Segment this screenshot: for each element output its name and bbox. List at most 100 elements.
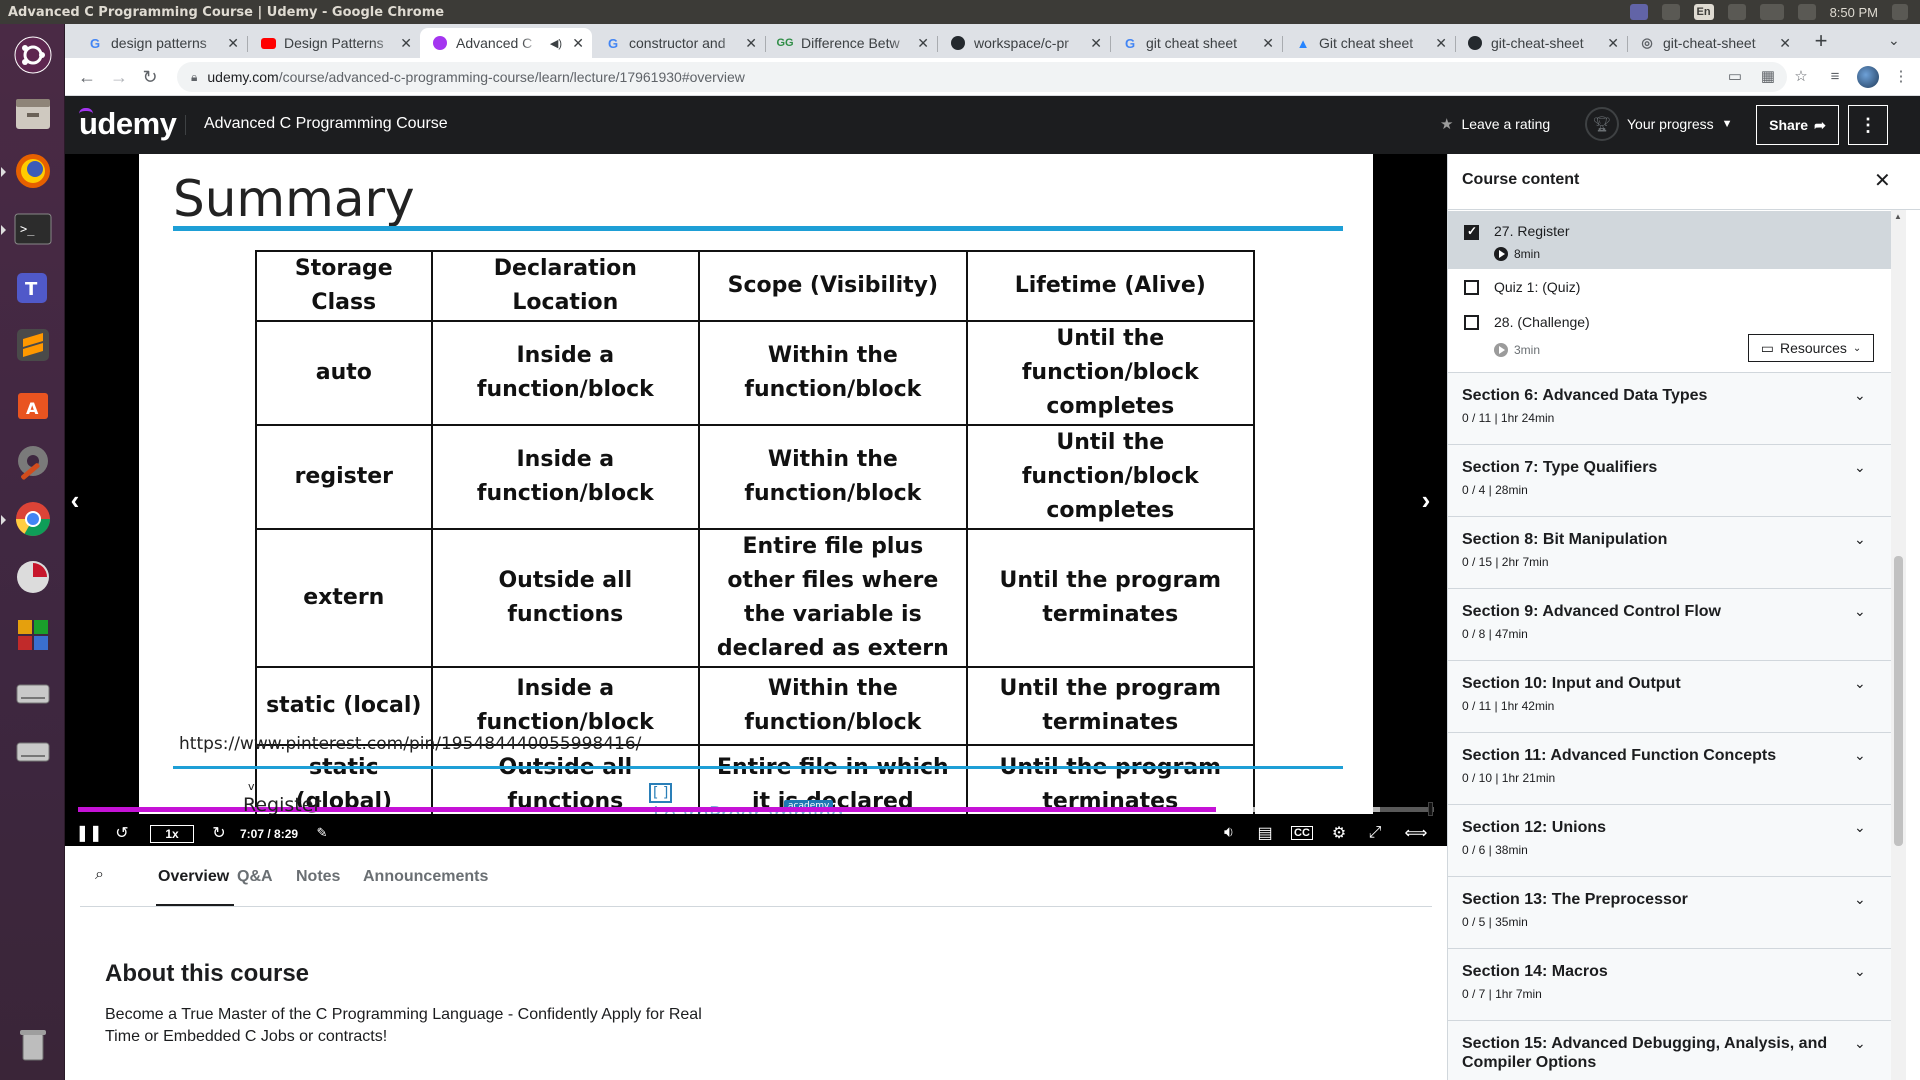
transcript-icon[interactable]: ▤ xyxy=(1253,821,1277,845)
browser-tab[interactable]: ▲ Git cheat sheet ✕ xyxy=(1283,28,1456,58)
disk-drive-icon[interactable] xyxy=(8,726,58,776)
your-progress-button[interactable]: 🏆︎ Your progress ▼ xyxy=(1585,107,1733,141)
tab-audio-icon[interactable]: ◀) xyxy=(550,37,562,50)
course-section[interactable]: Section 15: Advanced Debugging, Analysis… xyxy=(1448,1020,1891,1080)
resources-button[interactable]: ▭ Resources ⌄ xyxy=(1748,334,1874,362)
chevron-down-icon[interactable]: ⌄ xyxy=(1854,603,1866,620)
browser-tab[interactable]: G git cheat sheet ✕ xyxy=(1110,28,1283,58)
power-gear-icon[interactable] xyxy=(1892,4,1908,20)
tab-close-icon[interactable]: ✕ xyxy=(1090,35,1102,52)
trash-icon[interactable] xyxy=(8,1019,58,1069)
tab-close-icon[interactable]: ✕ xyxy=(227,35,239,52)
chevron-down-icon[interactable]: ⌄ xyxy=(1854,675,1866,692)
browser-tab[interactable]: G constructor and ✕ xyxy=(593,28,766,58)
lecture-item[interactable]: Quiz 1: (Quiz) xyxy=(1448,269,1891,303)
fullscreen-icon[interactable]: ⤢ xyxy=(1363,821,1387,845)
close-icon[interactable]: ✕ xyxy=(1874,168,1891,193)
course-section[interactable]: Section 10: Input and Output 0 / 11 | 1hr… xyxy=(1448,660,1891,732)
reading-list-icon[interactable]: ≡ xyxy=(1825,67,1845,87)
tab-notes[interactable]: Notes xyxy=(296,868,340,886)
captions-icon[interactable]: CC xyxy=(1289,821,1315,845)
browser-tab[interactable]: Design Patterns ✕ xyxy=(248,28,421,58)
lock-icon[interactable]: 🔒︎ xyxy=(191,70,197,85)
new-tab-button[interactable]: + xyxy=(1807,28,1835,56)
chevron-down-icon[interactable]: ⌄ xyxy=(1854,747,1866,764)
chevron-down-icon[interactable]: ⌄ xyxy=(1854,963,1866,980)
share-button[interactable]: Share ➦ xyxy=(1756,105,1839,145)
tab-close-icon[interactable]: ✕ xyxy=(1262,35,1274,52)
tab-close-icon[interactable]: ✕ xyxy=(917,35,929,52)
tab-announcements[interactable]: Announcements xyxy=(363,868,488,886)
tab-close-icon[interactable]: ✕ xyxy=(572,35,584,52)
ubuntu-dash-icon[interactable] xyxy=(8,30,58,80)
tab-search-chevron-icon[interactable]: ⌄ xyxy=(1888,32,1900,49)
address-bar[interactable]: 🔒︎ udemy.com/course/advanced-c-programmi… xyxy=(177,62,1787,92)
update-manager-icon[interactable] xyxy=(8,552,58,602)
sidebar-scrollbar[interactable]: ▲ xyxy=(1891,210,1906,1080)
firefox-icon[interactable] xyxy=(1,146,58,196)
add-note-icon[interactable]: ✎ xyxy=(313,821,331,845)
bookmark-star-icon[interactable]: ☆ xyxy=(1791,67,1811,87)
video-player[interactable]: Summary Storage Class Declaration Locati… xyxy=(65,154,1447,846)
lecture-item[interactable]: 28. (Challenge) 3min ▭ Resources ⌄ xyxy=(1448,303,1891,371)
tab-close-icon[interactable]: ✕ xyxy=(1607,35,1619,52)
more-options-button[interactable]: ⋮ xyxy=(1848,105,1888,145)
lecture-checkbox[interactable] xyxy=(1464,315,1479,330)
keyboard-layout-indicator[interactable]: En xyxy=(1693,4,1714,20)
next-lecture-arrow-icon[interactable]: › xyxy=(1414,480,1438,520)
browser-tab[interactable]: G design patterns ✕ xyxy=(75,28,248,58)
qr-code-icon[interactable]: ▦ xyxy=(1758,67,1778,87)
libreoffice-icon[interactable] xyxy=(8,610,58,660)
volume-icon[interactable]: 🔉︎ xyxy=(1217,821,1241,845)
teams-icon[interactable]: T xyxy=(8,262,58,312)
course-section[interactable]: Section 13: The Preprocessor 0 / 5 | 35mi… xyxy=(1448,876,1891,948)
playback-speed-button[interactable]: 1x xyxy=(150,825,194,843)
files-icon[interactable] xyxy=(8,88,58,138)
chrome-menu-icon[interactable]: ⋮ xyxy=(1891,67,1911,87)
reload-button[interactable]: ↻ xyxy=(138,65,162,89)
course-section[interactable]: Section 7: Type Qualifiers 0 / 4 | 28min ⌄ xyxy=(1448,444,1891,516)
browser-tab-active[interactable]: Advanced C ◀) ✕ xyxy=(420,28,592,58)
course-section[interactable]: Section 12: Unions 0 / 6 | 38min ⌄ xyxy=(1448,804,1891,876)
course-section[interactable]: Section 8: Bit Manipulation 0 / 15 | 2hr … xyxy=(1448,516,1891,588)
course-section[interactable]: Section 11: Advanced Function Concepts 0 … xyxy=(1448,732,1891,804)
tab-close-icon[interactable]: ✕ xyxy=(400,35,412,52)
terminal-icon[interactable]: >_ xyxy=(1,204,58,254)
rewind-icon[interactable]: ↺ xyxy=(111,821,133,845)
bluetooth-icon[interactable] xyxy=(1727,4,1746,20)
tab-close-icon[interactable]: ✕ xyxy=(1435,35,1447,52)
lecture-checkbox[interactable] xyxy=(1464,224,1479,240)
network-transfer-icon[interactable] xyxy=(1661,4,1680,20)
forward-icon[interactable]: ↻ xyxy=(208,821,230,845)
course-title[interactable]: Advanced C Programming Course xyxy=(185,115,448,135)
chrome-icon[interactable] xyxy=(1,494,58,544)
tab-close-icon[interactable]: ✕ xyxy=(745,35,757,52)
chevron-down-icon[interactable]: ⌄ xyxy=(1854,1035,1866,1052)
battery-icon[interactable] xyxy=(1759,4,1784,20)
forward-button[interactable]: → xyxy=(107,65,131,89)
clock[interactable]: 8:50 PM xyxy=(1830,5,1878,20)
scroll-up-arrow-icon[interactable]: ▲ xyxy=(1894,212,1902,221)
chevron-down-icon[interactable]: ⌄ xyxy=(1854,387,1866,404)
back-button[interactable]: ← xyxy=(75,65,99,89)
chevron-down-icon[interactable]: ⌄ xyxy=(1854,819,1866,836)
browser-tab[interactable]: workspace/c-pr ✕ xyxy=(938,28,1111,58)
course-section[interactable]: Section 14: Macros 0 / 7 | 1hr 7min ⌄ xyxy=(1448,948,1891,1020)
course-section[interactable]: Section 6: Advanced Data Types 0 / 11 | 1… xyxy=(1448,372,1891,444)
leave-rating-button[interactable]: ★ Leave a rating xyxy=(1440,115,1550,133)
sublime-text-icon[interactable] xyxy=(8,320,58,370)
profile-avatar[interactable] xyxy=(1857,66,1879,88)
tab-qa[interactable]: Q&A xyxy=(237,868,273,886)
chevron-down-icon[interactable]: ⌄ xyxy=(1854,459,1866,476)
teams-tray-icon[interactable] xyxy=(1629,4,1648,20)
cast-icon[interactable]: ▭ xyxy=(1725,67,1745,87)
course-section[interactable]: Section 9: Advanced Control Flow 0 / 8 | … xyxy=(1448,588,1891,660)
scrollbar-thumb[interactable] xyxy=(1894,556,1903,846)
search-icon[interactable]: ⌕ xyxy=(95,866,104,884)
scrubber-handle[interactable] xyxy=(1428,802,1433,816)
browser-tab[interactable]: git-cheat-sheet ✕ xyxy=(1455,28,1628,58)
disk-drive-icon[interactable] xyxy=(8,668,58,718)
browser-tab[interactable]: ◎ git-cheat-sheet ✕ xyxy=(1627,28,1799,58)
previous-lecture-arrow-icon[interactable]: ‹ xyxy=(63,480,87,520)
pause-icon[interactable]: ❚❚ xyxy=(76,821,103,845)
